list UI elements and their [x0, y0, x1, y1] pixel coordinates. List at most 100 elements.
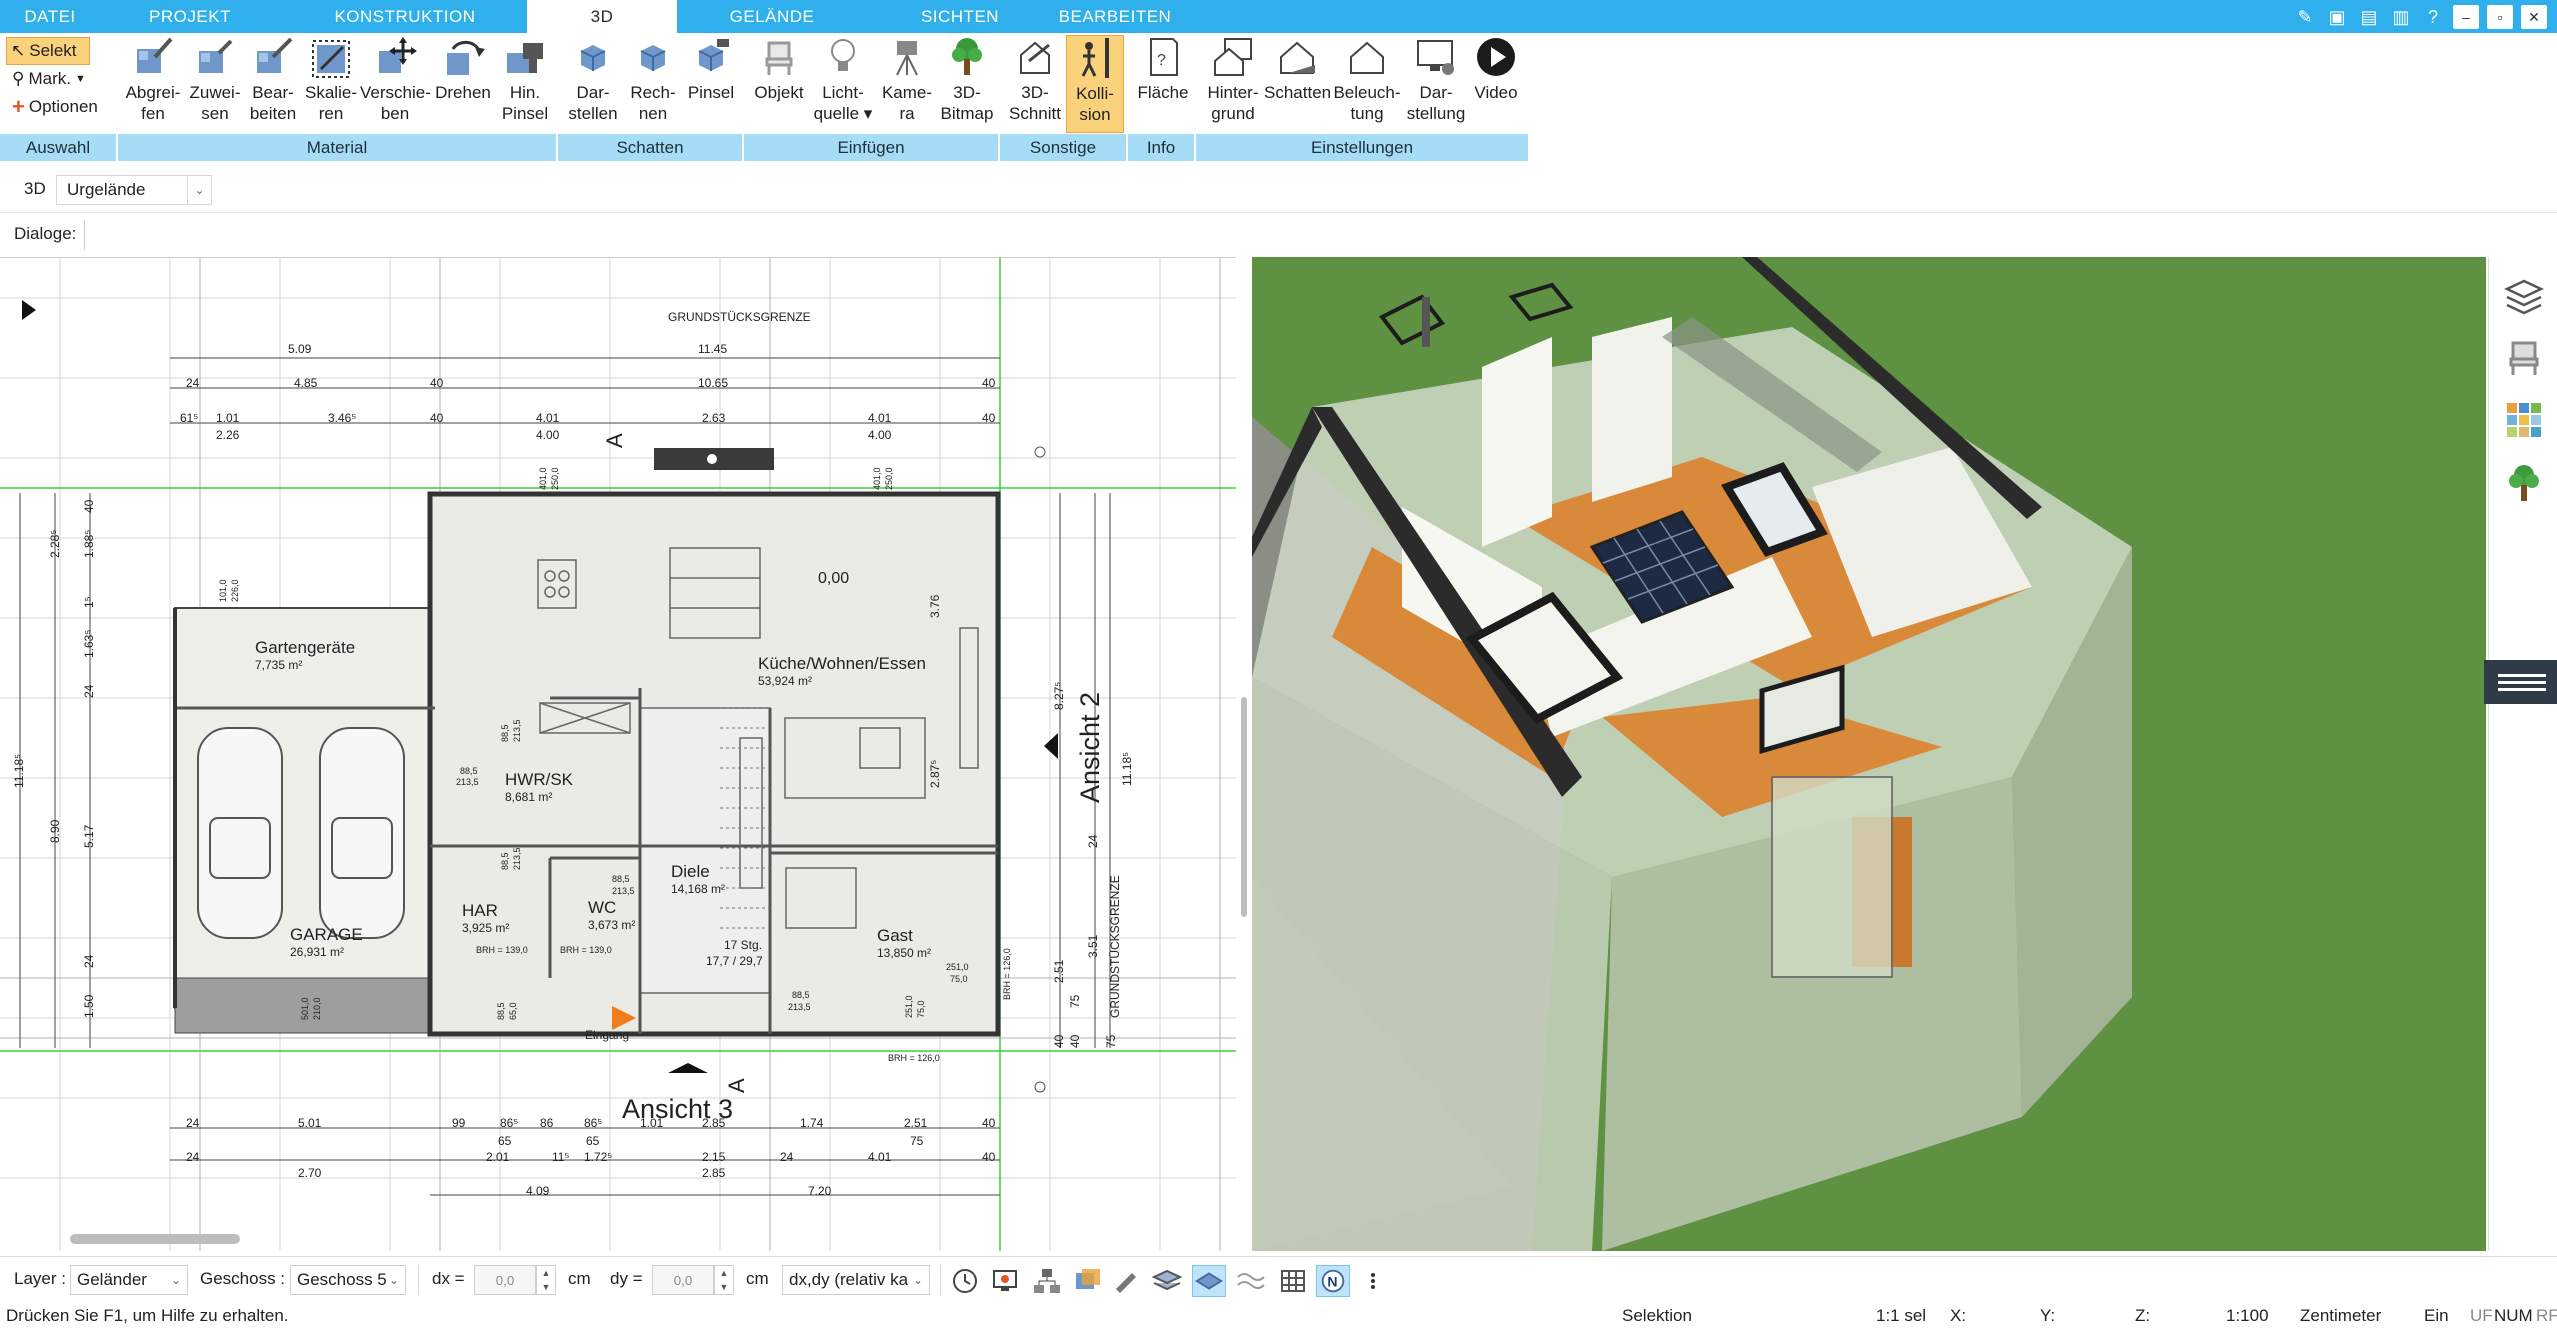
dy-spinner[interactable]: ▲ ▼ — [714, 1265, 734, 1295]
palette-icon[interactable] — [2503, 399, 2545, 441]
dim-label: 11⁵ — [552, 1150, 570, 1164]
layer-select[interactable]: Geländer ⌄ — [70, 1265, 188, 1295]
plan-horizontal-scrollbar[interactable] — [70, 1234, 240, 1244]
section-3d-button[interactable]: 3D- Schnitt — [1004, 35, 1066, 133]
dim-label: 75 — [1104, 1034, 1118, 1048]
pen-icon[interactable] — [1110, 1265, 1144, 1297]
dim-label: 5.01 — [298, 1116, 322, 1130]
pick-material-button[interactable]: Abgrei-fen — [122, 35, 184, 133]
btn-line2: beiten — [249, 104, 297, 123]
tab-3d[interactable]: 3D — [527, 0, 677, 36]
btn-line1: Dar- — [576, 83, 610, 102]
waves-icon[interactable] — [1234, 1265, 1268, 1297]
light-source-button[interactable]: Licht-quelle ▾ — [810, 35, 876, 133]
dim-label: 24 — [1086, 834, 1100, 848]
dim-label: 40 — [982, 411, 996, 425]
btn-line2: ra — [899, 104, 915, 123]
video-button[interactable]: Video — [1468, 35, 1524, 133]
shadow-calc-button[interactable]: Rech-nen — [622, 35, 684, 133]
room-name: Diele — [671, 862, 710, 881]
brush-button[interactable]: Hin. Pinsel — [496, 35, 554, 133]
dx-input[interactable] — [474, 1265, 536, 1295]
floor-plan-view[interactable]: GRUNDSTÜCKSGRENZE GRUNDSTÜCKSGRENZE Ansi… — [0, 257, 1236, 1251]
hamburger-menu-icon[interactable] — [2484, 660, 2557, 704]
dy-input[interactable] — [652, 1265, 714, 1295]
terrain-select[interactable]: Urgelände ⌄ — [56, 175, 212, 205]
floor-select[interactable]: Geschoss 5 ⌄ — [290, 1265, 406, 1295]
stack-icon[interactable] — [1070, 1265, 1104, 1297]
coordinate-mode-select[interactable]: dx,dy (relativ ka ⌄ — [782, 1265, 930, 1295]
move-material-button[interactable]: Verschie-ben — [360, 35, 431, 133]
dim-label: 65 — [498, 1134, 512, 1148]
shadow-display-button[interactable]: Dar-stellen — [562, 35, 624, 133]
shadow-settings-button[interactable]: Schatten — [1264, 35, 1331, 133]
dim-label: 75 — [1068, 994, 1082, 1008]
restore-button[interactable]: ▫ — [2487, 5, 2513, 29]
rotate-material-button[interactable]: Drehen — [432, 35, 494, 133]
tree-icon[interactable] — [2503, 461, 2545, 503]
door-label: 213,5 — [512, 847, 522, 870]
view-splitter[interactable] — [1236, 257, 1252, 1251]
diamond-icon[interactable] — [1192, 1265, 1226, 1297]
bitmap-3d-button[interactable]: 3D- Bitmap — [936, 35, 998, 133]
toolbar-3d-label: 3D — [24, 179, 46, 198]
door-label: 88,5 — [792, 990, 810, 1000]
north-icon[interactable]: N — [1316, 1265, 1350, 1297]
dim-label: 10.65 — [698, 376, 729, 390]
mark-button[interactable]: ⚲ Mark. ▼ — [6, 65, 114, 93]
scale-icon — [312, 40, 350, 78]
select-button[interactable]: ↖ Selekt — [6, 37, 90, 65]
dim-label: 40 — [82, 499, 96, 513]
more-icon[interactable] — [1356, 1265, 1390, 1297]
area-button[interactable]: ? Fläche — [1134, 35, 1192, 133]
tools-icon[interactable]: ✎ — [2293, 5, 2317, 29]
dx-spinner[interactable]: ▲ ▼ — [536, 1265, 556, 1295]
dim-label: 24 — [186, 1150, 200, 1164]
tab-sichten[interactable]: SICHTEN — [900, 0, 1020, 33]
window-label: 250,0 — [884, 467, 894, 490]
clock-icon[interactable] — [948, 1265, 982, 1297]
grid-icon[interactable] — [1276, 1265, 1310, 1297]
dim-label: 1.88⁵ — [82, 529, 96, 558]
hierarchy-icon[interactable] — [1030, 1265, 1064, 1297]
tab-projekt[interactable]: PROJEKT — [130, 0, 250, 33]
tab-gelaende[interactable]: GELÄNDE — [712, 0, 832, 33]
assign-material-button[interactable]: Zuwei-sen — [186, 35, 244, 133]
section-marker-top: A — [602, 433, 627, 448]
save-icon[interactable]: ▣ — [2325, 5, 2349, 29]
print-icon[interactable]: ▤ — [2357, 5, 2381, 29]
floor-select-value: Geschoss 5 — [297, 1270, 387, 1289]
help-icon[interactable]: ? — [2421, 5, 2445, 29]
chair-icon[interactable] — [2503, 337, 2545, 379]
layers-icon[interactable] — [2503, 275, 2545, 317]
tab-konstruktion[interactable]: KONSTRUKTION — [320, 0, 490, 33]
folder-icon[interactable]: ▥ — [2389, 5, 2413, 29]
dim-label: 4.01 — [868, 1150, 892, 1164]
shadow-brush-button[interactable]: Pinsel — [680, 35, 742, 133]
collision-button[interactable]: Kolli-sion — [1066, 35, 1124, 133]
room-name: WC — [588, 898, 617, 917]
dim-label: 8.27⁵ — [1052, 681, 1066, 710]
room-area: 3,673 m² — [588, 918, 636, 932]
splitter-grip[interactable] — [1241, 697, 1247, 917]
display-settings-button[interactable]: Dar-stellung — [1404, 35, 1468, 133]
lighting-button[interactable]: Beleuch-tung — [1332, 35, 1402, 133]
btn-line1: Verschie- — [360, 83, 431, 102]
scale-material-button[interactable]: Skalie-ren — [302, 35, 360, 133]
camera-button[interactable]: Kame-ra — [876, 35, 938, 133]
brh-label: BRH = 139,0 — [560, 945, 612, 955]
dim-label: 75 — [910, 1134, 924, 1148]
background-button[interactable]: Hinter-grund — [1200, 35, 1266, 133]
close-button[interactable]: ✕ — [2521, 5, 2547, 29]
3d-view[interactable] — [1252, 257, 2486, 1251]
minimize-button[interactable]: – — [2453, 5, 2479, 29]
insert-object-button[interactable]: Objekt — [748, 35, 810, 133]
tab-datei[interactable]: DATEI — [0, 0, 100, 33]
screen-icon[interactable] — [988, 1265, 1022, 1297]
tab-bearbeiten[interactable]: BEARBEITEN — [1050, 0, 1180, 33]
edit-material-button[interactable]: Bear-beiten — [244, 35, 302, 133]
assign-material-icon — [199, 39, 233, 73]
layers-flat-icon[interactable] — [1150, 1265, 1184, 1297]
options-button[interactable]: + Optionen — [6, 93, 114, 121]
btn-line2: nen — [638, 104, 668, 123]
